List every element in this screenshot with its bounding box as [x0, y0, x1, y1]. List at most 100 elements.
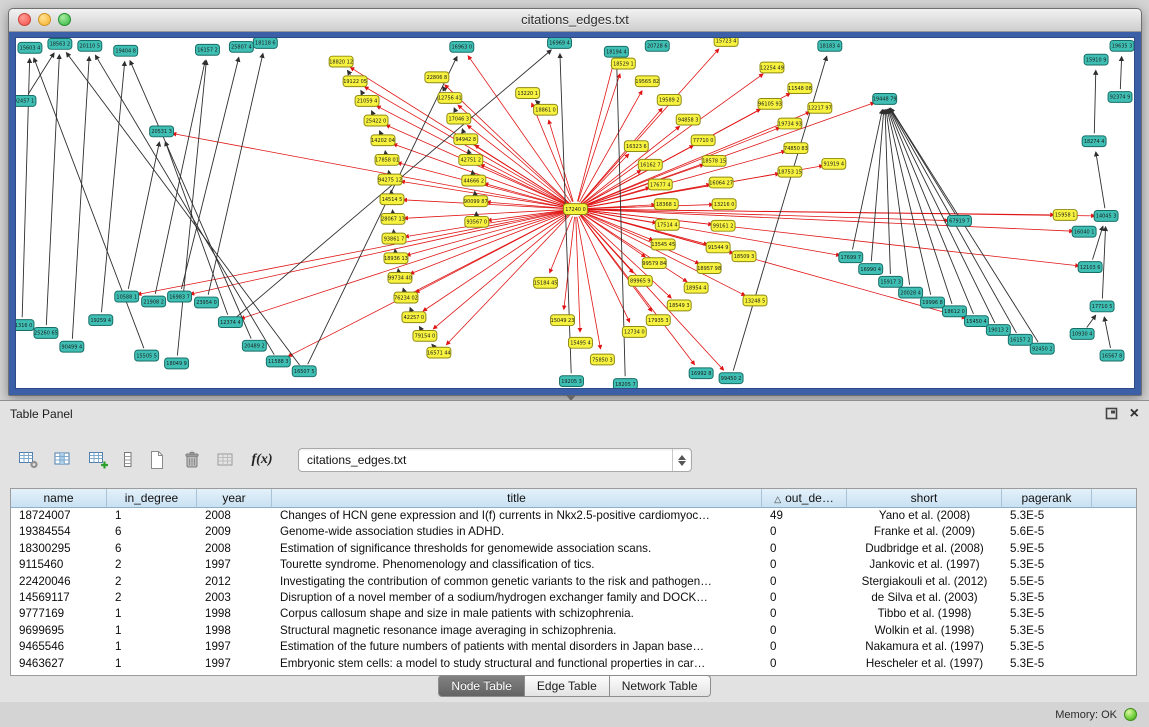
graph-node[interactable]: 18861 0	[534, 104, 558, 115]
graph-node[interactable]: 18274 4	[1082, 136, 1106, 147]
table-mode-button[interactable]	[16, 448, 42, 472]
graph-node[interactable]: 76234 02	[394, 292, 418, 303]
graph-node[interactable]: 94942 8	[454, 134, 478, 145]
column-header-in-degree[interactable]: in_degree	[107, 489, 197, 508]
graph-node[interactable]: 19013 2	[986, 325, 1010, 336]
graph-node[interactable]: 91544 9	[706, 242, 730, 253]
graph-node[interactable]: 18578 15	[702, 155, 726, 166]
graph-node[interactable]: 17046 3	[447, 113, 471, 124]
graph-node[interactable]: 11316 0	[16, 320, 34, 331]
graph-node[interactable]: 15723 4	[714, 38, 738, 46]
graph-node[interactable]: 18194 4	[604, 46, 628, 57]
graph-node[interactable]: 20531 3	[150, 126, 174, 137]
graph-node[interactable]: 67919 7	[948, 215, 972, 226]
graph-node[interactable]: 79154 0	[413, 330, 437, 341]
graph-node[interactable]: 91919 4	[822, 158, 846, 169]
graph-node[interactable]: 23954 0	[195, 297, 219, 308]
import-table-button[interactable]	[214, 448, 240, 472]
graph-node[interactable]: 10588 1	[115, 291, 139, 302]
graph-node[interactable]: 17858 01	[375, 155, 399, 166]
graph-node[interactable]: 12374 4	[218, 317, 242, 328]
graph-node[interactable]: 25422 0	[364, 115, 388, 126]
graph-node[interactable]: 90499 4	[60, 341, 84, 352]
graph-node[interactable]: 18509 3	[732, 251, 756, 262]
column-header-pagerank[interactable]: pagerank	[1002, 489, 1092, 508]
minimize-window-button[interactable]	[38, 13, 51, 26]
graph-node[interactable]: 19122 05	[343, 76, 367, 87]
graph-node[interactable]: 15184 45	[534, 277, 558, 288]
tab-edge-table[interactable]: Edge Table	[525, 675, 610, 697]
graph-node[interactable]: 28067 13	[381, 213, 405, 224]
float-panel-icon[interactable]	[1105, 407, 1118, 420]
graph-node[interactable]: 16040 1	[1072, 226, 1096, 237]
tab-network-table[interactable]: Network Table	[610, 675, 711, 697]
graph-node[interactable]: 12734 0	[622, 327, 646, 338]
graph-node[interactable]: 99579 84	[642, 258, 666, 269]
table-row[interactable]: 18300295 6 2008 Estimation of significan…	[11, 541, 1136, 557]
graph-node[interactable]: 17514 4	[655, 219, 679, 230]
column-header-out-degree[interactable]: △out_de…	[762, 489, 847, 508]
network-canvas[interactable]: 17240 015603 418563 220110 519404 816157…	[15, 37, 1135, 389]
graph-node[interactable]: 11548 08	[788, 83, 812, 94]
graph-node[interactable]: 21908 2	[142, 296, 166, 307]
graph-node[interactable]: 18954 4	[684, 282, 708, 293]
function-builder-button[interactable]: f(x)	[249, 448, 275, 472]
delete-button[interactable]	[179, 448, 205, 472]
graph-node[interactable]: 93861 7	[382, 233, 406, 244]
graph-node[interactable]: 16157 2	[1008, 334, 1032, 345]
column-header-title[interactable]: title	[272, 489, 762, 508]
graph-node[interactable]: 13216 0	[712, 199, 736, 210]
graph-node[interactable]: 25807 4	[229, 41, 253, 52]
graph-node[interactable]: 15958 1	[1053, 210, 1077, 221]
table-row[interactable]: 9465546 1 1997 Estimation of the future …	[11, 639, 1136, 655]
graph-node[interactable]: 19565 82	[635, 76, 659, 87]
graph-node[interactable]: 12217 97	[808, 102, 832, 113]
table-row[interactable]: 19384554 6 2009 Genome-wide association …	[11, 524, 1136, 540]
graph-node[interactable]: 14514 5	[380, 194, 404, 205]
graph-node[interactable]: 18529 1	[611, 58, 635, 69]
graph-node[interactable]: 16990 4	[859, 264, 883, 275]
graph-node[interactable]: 18563 2	[48, 38, 72, 49]
graph-node[interactable]: 20110 5	[78, 40, 102, 51]
graph-node[interactable]: 75850 3	[590, 354, 614, 365]
row-options-button[interactable]	[121, 448, 135, 472]
graph-node[interactable]: 13545 45	[651, 239, 675, 250]
graph-node[interactable]: 42751 2	[459, 155, 483, 166]
graph-node[interactable]: 15049 23	[551, 315, 575, 326]
graph-node[interactable]: 21059 4	[355, 96, 379, 107]
graph-node[interactable]: 18936 13	[384, 253, 408, 264]
graph-node[interactable]: 16571 44	[427, 347, 451, 358]
graph-node[interactable]: 18957 98	[697, 263, 721, 274]
graph-node[interactable]: 20728 6	[645, 40, 669, 51]
graph-node[interactable]: 17240 0	[564, 204, 588, 215]
graph-node[interactable]: 15910 9	[1084, 54, 1108, 65]
graph-node[interactable]: 92450 2	[1030, 343, 1054, 354]
graph-node[interactable]: 19996 8	[921, 297, 945, 308]
graph-node[interactable]: 17699 7	[839, 252, 863, 263]
graph-node[interactable]: 94858 3	[676, 114, 700, 125]
graph-node[interactable]: 19205 3	[560, 376, 584, 387]
graph-node[interactable]: 17677 4	[648, 179, 672, 190]
graph-node[interactable]: 18183 4	[818, 40, 842, 51]
tab-node-table[interactable]: Node Table	[438, 675, 525, 697]
graph-node[interactable]: 17935 3	[646, 315, 670, 326]
graph-node[interactable]: 15450 4	[964, 316, 988, 327]
graph-node[interactable]: 16323 6	[624, 141, 648, 152]
graph-node[interactable]: 16507 5	[292, 366, 316, 377]
graph-node[interactable]: 25260 65	[34, 328, 58, 339]
graph-node[interactable]: 19259 4	[89, 315, 113, 326]
graph-node[interactable]: 93567 0	[465, 216, 489, 227]
table-row[interactable]: 22420046 2 2012 Investigating the contri…	[11, 574, 1136, 590]
graph-node[interactable]: 18820 12	[329, 56, 353, 67]
graph-node[interactable]: 20489 2	[242, 340, 266, 351]
graph-node[interactable]: 14202 04	[371, 135, 395, 146]
graph-node[interactable]: 94275 12	[378, 174, 402, 185]
graph-node[interactable]: 15917 3	[879, 276, 903, 287]
zoom-window-button[interactable]	[58, 13, 71, 26]
graph-node[interactable]: 10930 4	[1070, 329, 1094, 340]
column-header-year[interactable]: year	[197, 489, 272, 508]
table-row[interactable]: 14569117 2 2003 Disruption of a novel me…	[11, 590, 1136, 606]
graph-node[interactable]: 77710 0	[691, 135, 715, 146]
graph-node[interactable]: 17710 5	[1090, 301, 1114, 312]
graph-node[interactable]: 14045 3	[1094, 211, 1118, 222]
